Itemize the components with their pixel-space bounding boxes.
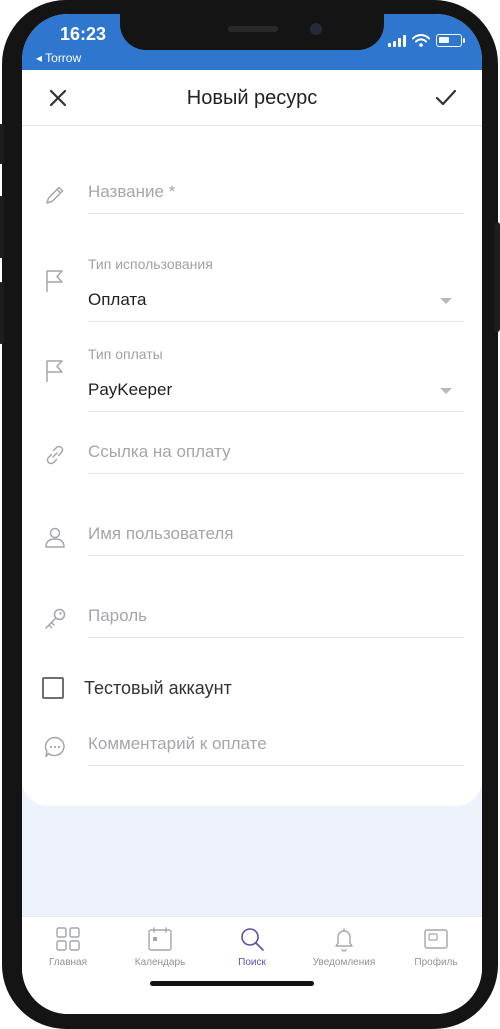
user-icon — [45, 527, 65, 548]
screen: 16:23 ◂ Torrow Новый ресурс Название * Т… — [22, 14, 482, 1014]
home-indicator[interactable] — [150, 981, 314, 986]
payment-type-value: PayKeeper — [88, 380, 173, 399]
test-account-label[interactable]: Тестовый аккаунт — [84, 678, 232, 699]
payment-link-placeholder: Ссылка на оплату — [88, 442, 231, 461]
tab-profile[interactable]: Профиль — [390, 925, 482, 968]
comment-placeholder: Комментарий к оплате — [88, 734, 267, 753]
camera — [310, 23, 322, 35]
bottom-tab-bar: Главная Календарь Поиск Уведомления Проф… — [22, 916, 482, 1014]
payment-link-input[interactable]: Ссылка на оплату — [88, 428, 464, 474]
test-account-checkbox[interactable] — [42, 677, 64, 699]
link-icon — [46, 445, 64, 465]
back-to-app-link[interactable]: ◂ Torrow — [36, 51, 81, 65]
tab-search[interactable]: Поиск — [206, 925, 298, 968]
resource-form: Название * Тип использования Оплата Тип … — [22, 126, 482, 806]
comment-input[interactable]: Комментарий к оплате — [88, 720, 464, 766]
tab-label: Уведомления — [312, 957, 376, 968]
notch — [120, 14, 384, 50]
volume-down-button — [0, 282, 4, 344]
speaker — [228, 26, 278, 32]
bell-icon — [335, 928, 353, 952]
pencil-icon — [46, 186, 64, 204]
tab-home[interactable]: Главная — [22, 925, 114, 968]
status-bar: 16:23 ◂ Torrow — [22, 14, 482, 70]
comment-icon — [44, 736, 65, 758]
usage-type-value: Оплата — [88, 290, 147, 309]
page-title: Новый ресурс — [186, 87, 318, 109]
battery-icon — [436, 34, 465, 47]
username-input[interactable]: Имя пользователя — [88, 510, 464, 556]
name-placeholder: Название * — [88, 182, 176, 201]
chevron-down-icon — [440, 298, 452, 304]
tab-label: Поиск — [238, 957, 266, 968]
profile-icon — [424, 929, 448, 949]
tab-calendar[interactable]: Календарь — [114, 925, 206, 968]
wifi-icon — [412, 34, 430, 47]
tab-notifications[interactable]: Уведомления — [298, 925, 390, 968]
power-button — [494, 222, 500, 332]
payment-type-label: Тип оплаты — [88, 346, 163, 362]
payment-type-select[interactable]: Тип оплаты PayKeeper — [88, 346, 464, 412]
password-placeholder: Пароль — [88, 606, 147, 625]
cellular-signal-icon — [388, 34, 406, 47]
key-icon — [45, 608, 66, 629]
name-input[interactable]: Название * — [88, 168, 464, 214]
test-account-row: Тестовый аккаунт — [22, 674, 482, 704]
volume-up-button — [0, 196, 4, 258]
status-icons — [388, 34, 465, 47]
status-time: 16:23 — [60, 24, 107, 44]
mute-switch — [0, 124, 4, 164]
username-placeholder: Имя пользователя — [88, 524, 234, 543]
usage-type-select[interactable]: Тип использования Оплата — [88, 256, 464, 322]
calendar-icon — [148, 927, 172, 951]
flag-icon — [46, 270, 63, 292]
save-check-icon[interactable] — [432, 84, 460, 112]
password-input[interactable]: Пароль — [88, 592, 464, 638]
header: Новый ресурс — [22, 70, 482, 126]
tab-label: Календарь — [134, 957, 186, 968]
tab-label: Главная — [48, 957, 88, 968]
usage-type-label: Тип использования — [88, 256, 213, 272]
flag-icon — [46, 360, 63, 382]
search-icon — [241, 928, 264, 951]
phone-frame: 16:23 ◂ Torrow Новый ресурс Название * Т… — [0, 0, 500, 1029]
grid-icon — [56, 927, 80, 951]
tab-label: Профиль — [414, 957, 458, 968]
chevron-down-icon — [440, 388, 452, 394]
